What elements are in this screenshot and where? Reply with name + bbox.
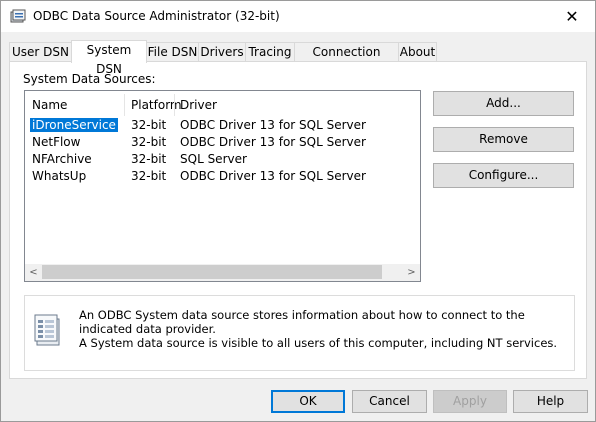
window-title: ODBC Data Source Administrator (32-bit) — [33, 9, 280, 23]
tab-system-dsn[interactable]: System DSN — [71, 40, 147, 76]
row-platform: 32-bit — [131, 152, 167, 166]
info-description: An ODBC System data source stores inform… — [79, 308, 574, 350]
odbc-dialog-window: ODBC Data Source Administrator (32-bit) … — [0, 0, 596, 422]
row-name: iDroneService — [30, 118, 118, 132]
info-line-2: A System data source is visible to all u… — [79, 336, 558, 350]
row-name: NFArchive — [32, 152, 92, 166]
row-platform: 32-bit — [131, 118, 167, 132]
remove-button[interactable]: Remove — [433, 127, 574, 152]
data-source-icon — [34, 313, 64, 347]
odbc-app-icon — [10, 9, 26, 25]
row-driver: ODBC Driver 13 for SQL Server — [180, 169, 366, 183]
tab-about[interactable]: About — [398, 42, 437, 61]
system-data-sources-label: System Data Sources: — [23, 72, 156, 86]
row-driver: SQL Server — [180, 152, 247, 166]
apply-button: Apply — [433, 390, 507, 413]
tab-file-dsn[interactable]: File DSN — [146, 42, 199, 61]
scrollbar-thumb[interactable] — [42, 265, 382, 279]
info-line-1: An ODBC System data source stores inform… — [79, 308, 525, 336]
info-box: An ODBC System data source stores inform… — [24, 295, 575, 371]
configure-button[interactable]: Configure... — [433, 163, 574, 188]
list-row[interactable]: NetFlow 32-bit ODBC Driver 13 for SQL Se… — [25, 134, 420, 151]
title-bar[interactable]: ODBC Data Source Administrator (32-bit) … — [1, 1, 595, 32]
column-header-driver[interactable]: Driver — [180, 98, 217, 112]
list-row[interactable]: WhatsUp 32-bit ODBC Driver 13 for SQL Se… — [25, 168, 420, 185]
horizontal-scrollbar[interactable]: < > — [25, 264, 420, 281]
row-platform: 32-bit — [131, 169, 167, 183]
close-button[interactable]: ✕ — [549, 1, 595, 32]
row-name: WhatsUp — [32, 169, 87, 183]
tab-connection-pooling[interactable]: Connection Pooling — [294, 42, 399, 78]
row-platform: 32-bit — [131, 135, 167, 149]
tab-user-dsn[interactable]: User DSN — [9, 42, 72, 61]
tab-drivers[interactable]: Drivers — [198, 42, 246, 61]
scroll-right-icon[interactable]: > — [403, 265, 420, 280]
row-driver: ODBC Driver 13 for SQL Server — [180, 135, 366, 149]
cancel-button[interactable]: Cancel — [352, 390, 427, 413]
row-name: NetFlow — [32, 135, 81, 149]
list-row[interactable]: iDroneService 32-bit ODBC Driver 13 for … — [25, 117, 420, 134]
close-icon: ✕ — [565, 7, 579, 26]
column-divider[interactable] — [124, 94, 125, 116]
column-divider[interactable] — [174, 94, 175, 116]
column-header-name[interactable]: Name — [32, 98, 67, 112]
row-driver: ODBC Driver 13 for SQL Server — [180, 118, 366, 132]
ok-button[interactable]: OK — [271, 390, 345, 413]
add-button[interactable]: Add... — [433, 91, 574, 116]
system-data-sources-list[interactable]: Name Platform Driver iDroneService 32-bi… — [24, 90, 421, 282]
list-row[interactable]: NFArchive 32-bit SQL Server — [25, 151, 420, 168]
help-button[interactable]: Help — [513, 390, 588, 413]
tab-tracing[interactable]: Tracing — [245, 42, 295, 61]
scroll-left-icon[interactable]: < — [25, 265, 42, 280]
